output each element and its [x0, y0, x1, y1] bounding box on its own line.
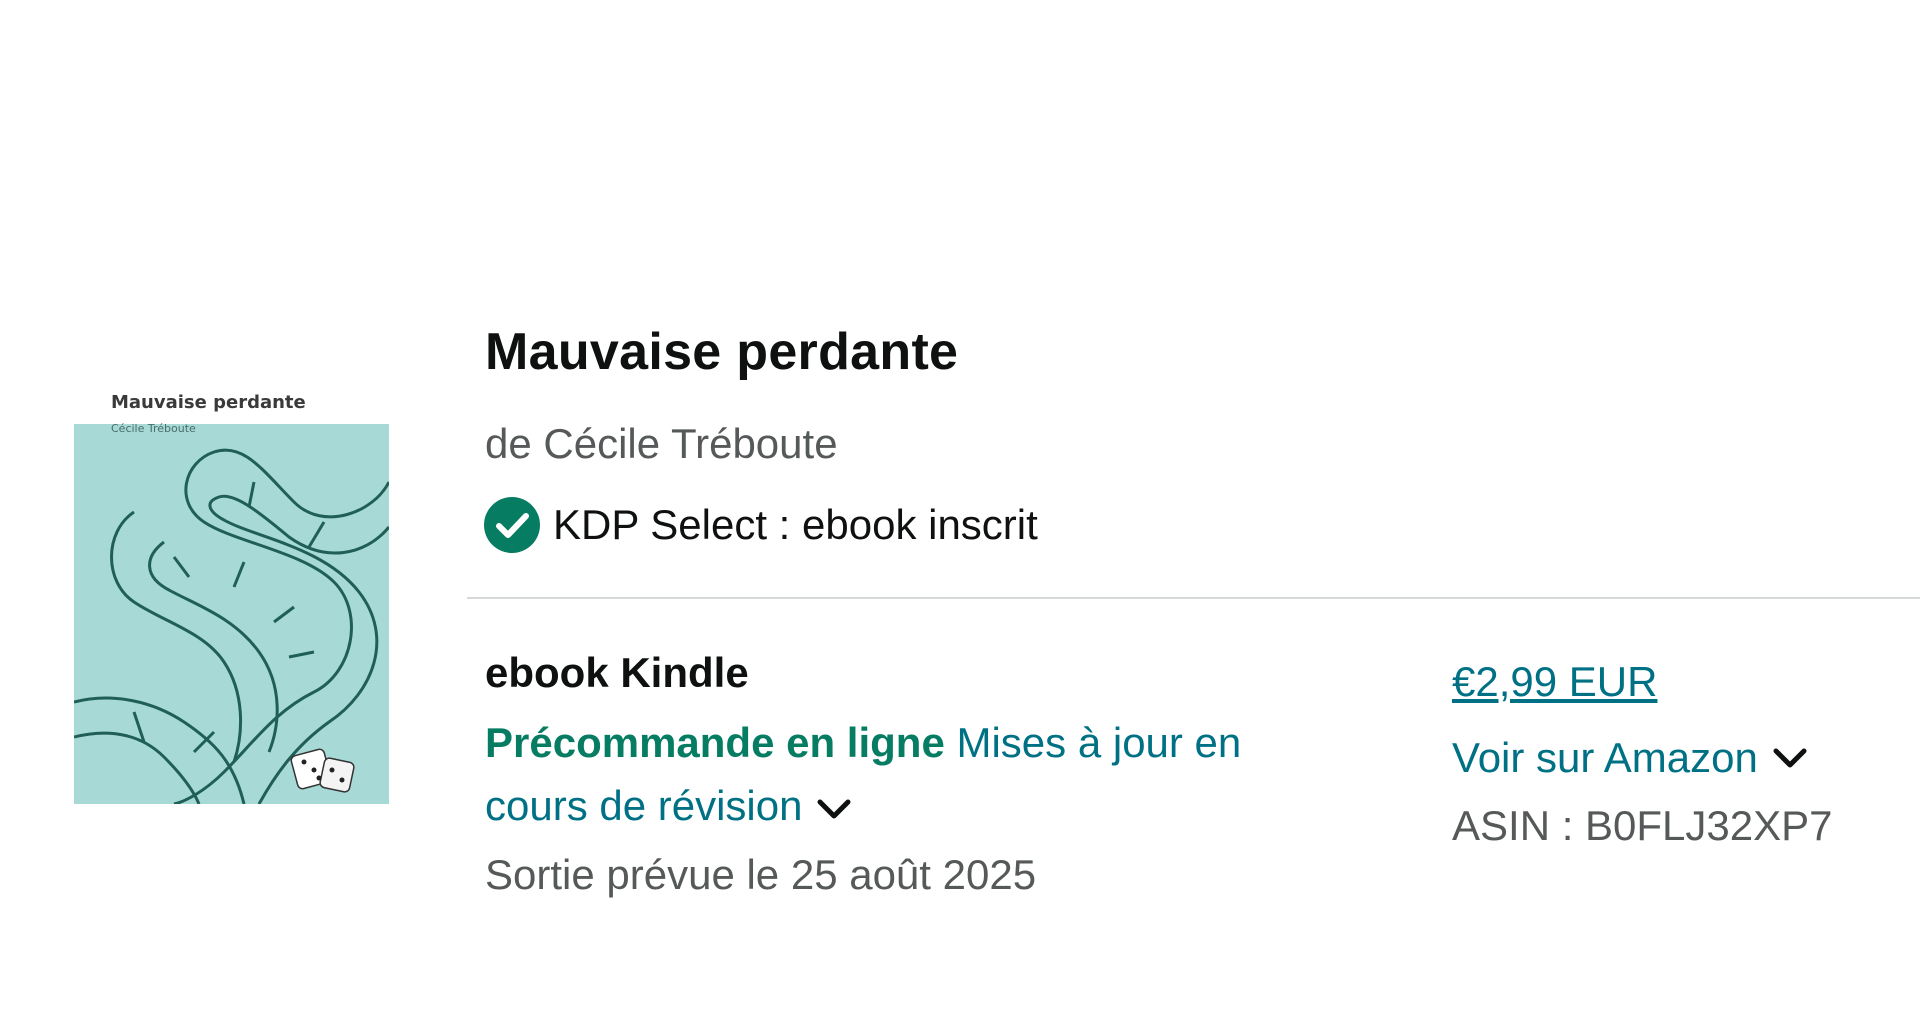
book-cover-thumbnail[interactable]: Mauvaise perdante Cécile Tréboute: [74, 332, 389, 804]
cover-title: Mauvaise perdante: [111, 392, 306, 413]
chevron-down-icon: [817, 799, 851, 819]
chevron-down-icon: [1773, 748, 1807, 768]
book-author: de Cécile Tréboute: [485, 420, 838, 467]
book-title[interactable]: Mauvaise perdante: [485, 322, 958, 382]
bookshelf-entry: Mauvaise perdante Cécile Tréboute Mauvai…: [0, 0, 1920, 1016]
price-link[interactable]: €2,99 EUR: [1452, 658, 1657, 706]
view-on-amazon-link[interactable]: Voir sur Amazon: [1452, 734, 1810, 782]
status-live-text: Précommande en ligne: [485, 719, 945, 766]
view-on-amazon-label: Voir sur Amazon: [1452, 734, 1758, 781]
edition-format: ebook Kindle: [485, 649, 749, 696]
edition-status: Précommande en ligne Mises à jour en cou…: [485, 711, 1305, 837]
asin-value: ASIN : B0FLJ32XP7: [1452, 802, 1833, 849]
release-date: Sortie prévue le 25 août 2025: [485, 851, 1037, 898]
section-divider: [467, 597, 1920, 599]
cover-author: Cécile Tréboute: [111, 422, 196, 435]
kdp-status-text: KDP Select : ebook inscrit: [553, 501, 1038, 548]
kdp-select-status: KDP Select : ebook inscrit: [483, 496, 1038, 554]
check-circle-icon: [484, 497, 540, 553]
book-cover-image: Mauvaise perdante Cécile Tréboute: [74, 392, 389, 804]
